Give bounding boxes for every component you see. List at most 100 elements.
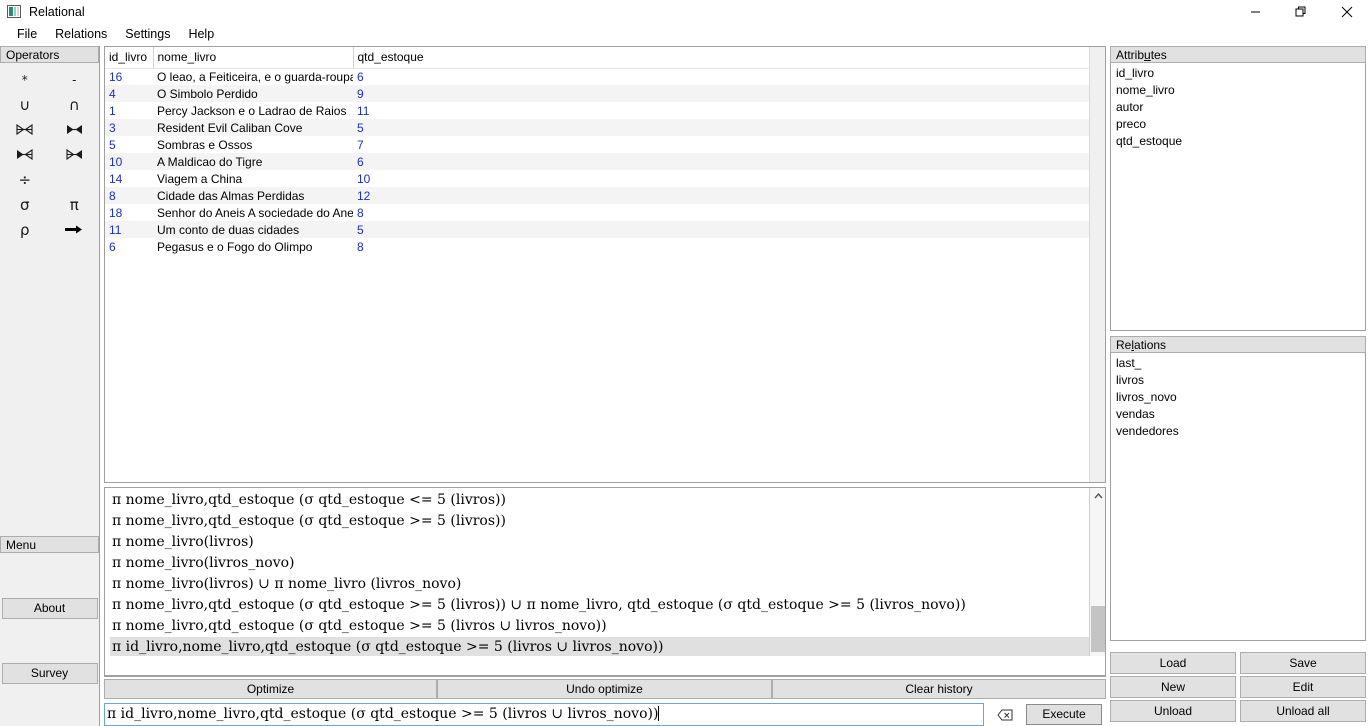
column-header-id-livro[interactable]: id_livro xyxy=(105,47,154,69)
cell-id-livro: 18 xyxy=(109,205,123,220)
menu-item-file[interactable]: File xyxy=(8,25,46,43)
history-item[interactable]: π nome_livro(livros) ∪ π nome_livro (liv… xyxy=(110,574,1105,595)
operators-header: Operators xyxy=(0,46,99,63)
division-operator[interactable]: ÷ xyxy=(0,167,50,192)
assignment-arrow-operator[interactable] xyxy=(50,217,100,242)
cell-id-livro: 6 xyxy=(109,239,116,254)
cell-qtd-estoque: 7 xyxy=(357,137,364,152)
attribute-item[interactable]: nome_livro xyxy=(1116,82,1365,99)
cell-nome-livro: Percy Jackson e o Ladrao de Raios xyxy=(157,103,347,118)
cell-id-livro: 8 xyxy=(105,187,153,204)
attributes-header-post: tes xyxy=(1150,48,1167,62)
attribute-item[interactable]: autor xyxy=(1116,99,1365,116)
table-row[interactable]: 16 O leao, a Feiticeira, e o guarda-roupa… xyxy=(105,68,1105,85)
relation-item[interactable]: vendedores xyxy=(1116,423,1365,440)
close-icon[interactable] xyxy=(1324,0,1370,23)
cell-qtd-estoque: 6 xyxy=(353,153,1105,170)
history-item[interactable]: π nome_livro,qtd_estoque (σ qtd_estoque … xyxy=(110,490,1105,511)
menu-bar: File Relations Settings Help xyxy=(0,23,1370,45)
backspace-clear-icon[interactable] xyxy=(984,703,1026,726)
minimize-icon[interactable] xyxy=(1232,0,1278,23)
execute-button[interactable]: Execute xyxy=(1026,704,1102,725)
history-scroll-thumb[interactable] xyxy=(1091,606,1105,652)
attribute-item[interactable]: id_livro xyxy=(1116,65,1365,82)
outer-join-operator[interactable] xyxy=(50,117,100,142)
attribute-item[interactable]: preco xyxy=(1116,116,1365,133)
projection-operator[interactable]: π xyxy=(50,192,100,217)
table-row[interactable]: 8 Cidade das Almas Perdidas 12 xyxy=(105,187,1105,204)
attributes-panel: Attributes id_livro nome_livro autor preco q… xyxy=(1110,46,1366,331)
history-vertical-scrollbar[interactable] xyxy=(1089,488,1105,676)
menu-item-help[interactable]: Help xyxy=(179,25,223,43)
cell-nome-livro: Sombras e Ossos xyxy=(157,137,253,152)
relation-item[interactable]: last_ xyxy=(1116,355,1365,372)
app-icon xyxy=(7,5,21,18)
column-header-qtd-estoque[interactable]: qtd_estoque xyxy=(353,47,1105,69)
clear-history-button[interactable]: Clear history xyxy=(772,679,1106,699)
menu-panel-header: Menu xyxy=(0,536,99,553)
attributes-header: Attributes xyxy=(1110,46,1366,63)
history-item[interactable]: π nome_livro,qtd_estoque (σ qtd_estoque … xyxy=(110,511,1105,532)
table-row[interactable]: 3 Resident Evil Caliban Cove 5 xyxy=(105,119,1105,136)
new-button[interactable]: New xyxy=(1110,676,1236,698)
history-item[interactable]: π nome_livro,qtd_estoque (σ qtd_estoque … xyxy=(110,616,1105,637)
history-item[interactable]: π id_livro,nome_livro,qtd_estoque (σ qtd… xyxy=(110,637,1105,658)
unload-button[interactable]: Unload xyxy=(1110,700,1236,722)
maximize-icon[interactable] xyxy=(1278,0,1324,23)
cell-qtd-estoque: 5 xyxy=(353,221,1105,238)
table-row[interactable]: 6 Pegasus e o Fogo do Olimpo 8 xyxy=(105,238,1105,255)
table-row[interactable]: 1 Percy Jackson e o Ladrao de Raios 11 xyxy=(105,102,1105,119)
natural-join-operator[interactable] xyxy=(0,117,50,142)
table-row[interactable]: 5 Sombras e Ossos 7 xyxy=(105,136,1105,153)
history-horizontal-scroll-area[interactable] xyxy=(104,656,1106,676)
query-row: π id_livro,nome_livro,qtd_estoque (σ qtd… xyxy=(104,703,1106,726)
edit-button[interactable]: Edit xyxy=(1240,676,1366,698)
selection-operator[interactable]: σ xyxy=(0,192,50,217)
cell-qtd-estoque: 10 xyxy=(357,171,371,186)
cell-nome-livro: O Simbolo Perdido xyxy=(153,85,353,102)
load-button[interactable]: Load xyxy=(1110,652,1236,674)
table-row[interactable]: 10 A Maldicao do Tigre 6 xyxy=(105,153,1105,170)
table-vertical-scrollbar[interactable] xyxy=(1089,47,1105,482)
cell-qtd-estoque: 6 xyxy=(357,69,364,84)
relation-item[interactable]: vendas xyxy=(1116,406,1365,423)
relations-panel: Relations last_ livros livros_novo vendas ve… xyxy=(1110,336,1366,641)
table-row[interactable]: 14 Viagem a China 10 xyxy=(105,170,1105,187)
survey-button[interactable]: Survey xyxy=(1,663,98,684)
history-item[interactable]: π nome_livro(livros) xyxy=(110,532,1105,553)
intersection-operator[interactable]: ∩ xyxy=(50,92,100,117)
attributes-header-pre: Attrib xyxy=(1116,48,1145,62)
cell-id-livro: 11 xyxy=(105,221,153,238)
relation-item[interactable]: livros_novo xyxy=(1116,389,1365,406)
product-operator[interactable]: * xyxy=(0,67,50,92)
cell-id-livro: 4 xyxy=(105,85,153,102)
attributes-header-mnemonic: u xyxy=(1144,48,1151,62)
optimize-button[interactable]: Optimize xyxy=(104,679,437,699)
difference-operator[interactable]: - xyxy=(50,67,100,92)
history-item[interactable]: π nome_livro,qtd_estoque (σ qtd_estoque … xyxy=(110,595,1105,616)
attribute-item[interactable]: qtd_estoque xyxy=(1116,133,1365,150)
table-row[interactable]: 4O Simbolo Perdido 9 xyxy=(105,85,1105,102)
window-controls xyxy=(1232,0,1370,23)
cell-nome-livro: Um conto de duas cidades xyxy=(153,221,353,238)
cell-nome-livro: Pegasus e o Fogo do Olimpo xyxy=(157,239,313,254)
save-button[interactable]: Save xyxy=(1240,652,1366,674)
column-header-nome-livro[interactable]: nome_livro xyxy=(153,47,354,69)
relation-item[interactable]: livros xyxy=(1116,372,1365,389)
union-operator[interactable]: ∪ xyxy=(0,92,50,117)
rename-operator[interactable]: ρ xyxy=(0,217,50,242)
unload-all-button[interactable]: Unload all xyxy=(1240,700,1366,722)
query-input[interactable]: π id_livro,nome_livro,qtd_estoque (σ qtd… xyxy=(104,703,984,726)
right-outer-join-operator[interactable] xyxy=(50,142,100,167)
table-row[interactable]: 18 Senhor do Aneis A sociedade do Anel 8 xyxy=(105,204,1105,221)
left-outer-join-operator[interactable] xyxy=(0,142,50,167)
chevron-up-icon[interactable] xyxy=(1090,488,1105,504)
menu-item-relations[interactable]: Relations xyxy=(46,25,116,43)
about-button[interactable]: About xyxy=(1,598,98,619)
table-row[interactable]: 11 Um conto de duas cidades 5 xyxy=(105,221,1105,238)
menu-item-settings[interactable]: Settings xyxy=(116,25,179,43)
cell-nome-livro: Senhor do Aneis A sociedade do Anel xyxy=(157,205,353,220)
cell-id-livro: 16 xyxy=(109,69,123,84)
history-item[interactable]: π nome_livro(livros_novo) xyxy=(110,553,1105,574)
undo-optimize-button[interactable]: Undo optimize xyxy=(437,679,772,699)
